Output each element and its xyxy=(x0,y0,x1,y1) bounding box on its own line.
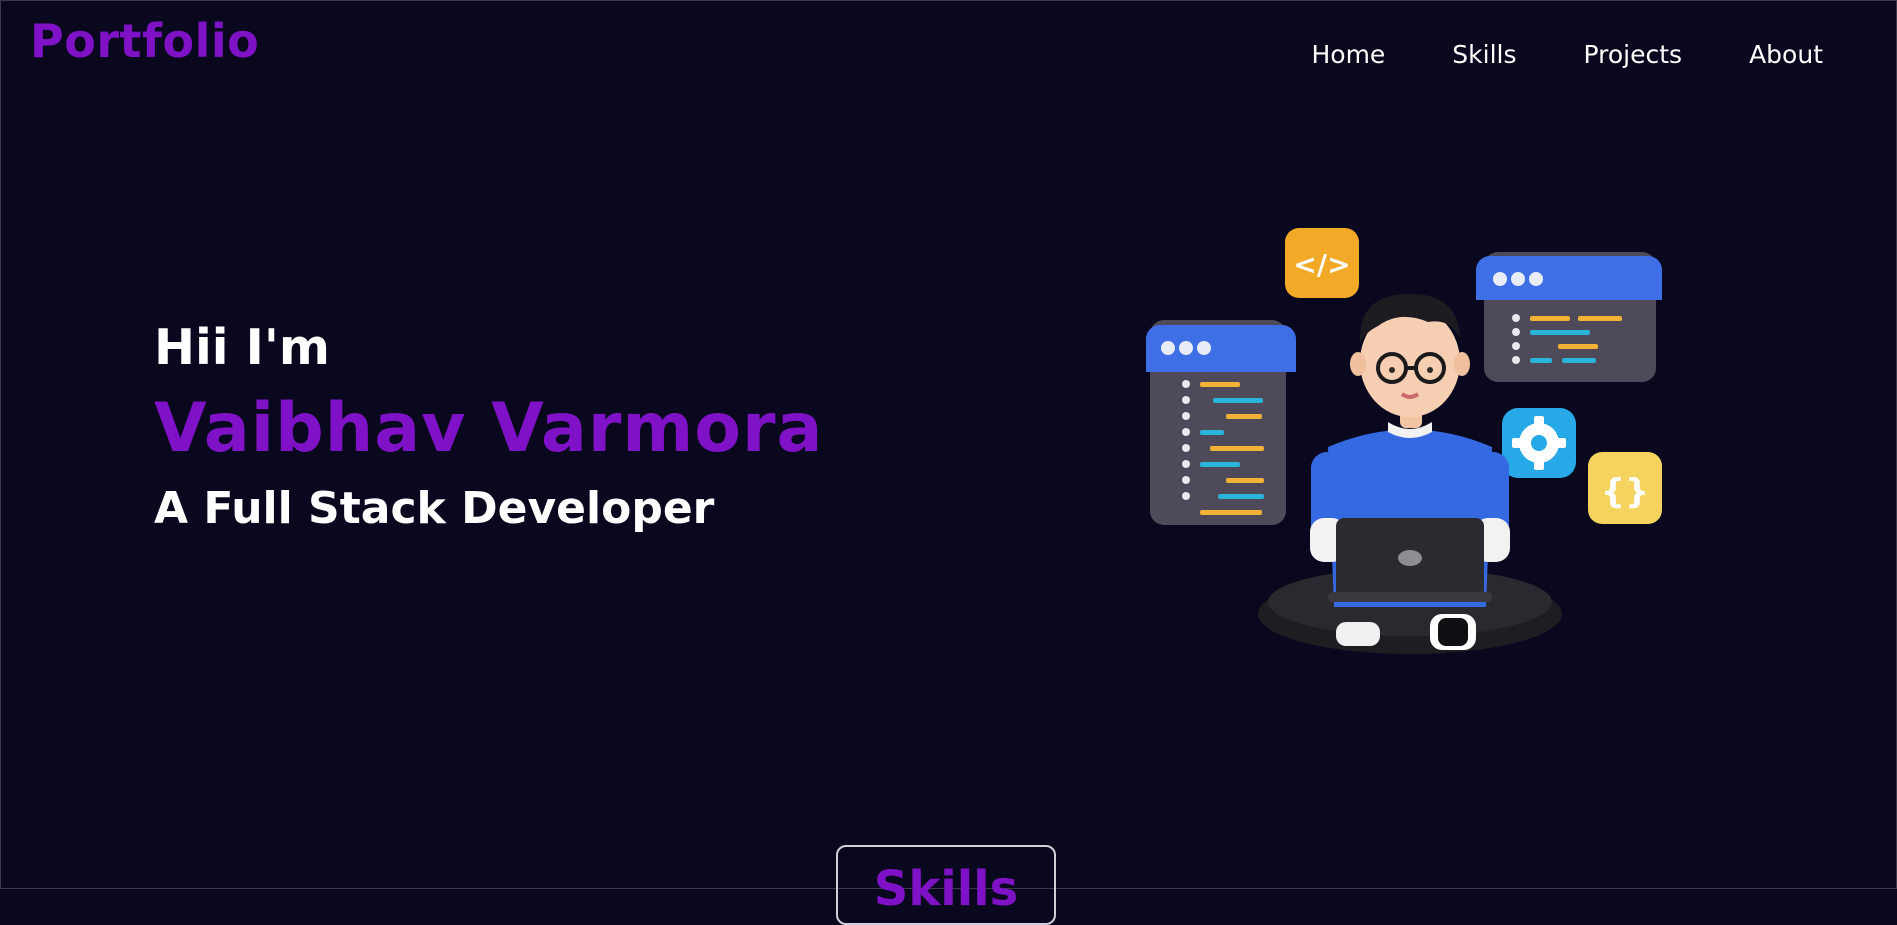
code-window-icon xyxy=(1146,320,1296,525)
curly-braces-icon: {} xyxy=(1588,452,1662,524)
nav-home[interactable]: Home xyxy=(1311,40,1385,69)
code-window-icon-right xyxy=(1476,252,1662,382)
hero-text: Hii I'm Vaibhav Varmora A Full Stack Dev… xyxy=(154,318,823,536)
svg-text:</>: </> xyxy=(1293,248,1350,281)
nav-skills[interactable]: Skills xyxy=(1452,40,1516,69)
gear-icon xyxy=(1502,408,1576,478)
nav-about[interactable]: About xyxy=(1749,40,1823,69)
main-nav: Home Skills Projects About xyxy=(1311,40,1823,69)
svg-text:{}: {} xyxy=(1601,472,1649,512)
hero-role: A Full Stack Developer xyxy=(154,483,715,534)
logo[interactable]: Portfolio xyxy=(30,14,259,68)
hero-name: Vaibhav Varmora xyxy=(154,389,824,468)
code-tag-icon: </> xyxy=(1285,228,1359,298)
skills-heading-button[interactable]: Skills xyxy=(836,845,1056,925)
developer-illustration: </> {} xyxy=(1146,228,1662,654)
nav-projects[interactable]: Projects xyxy=(1584,40,1683,69)
laptop-icon xyxy=(1328,518,1492,602)
hero-greeting: Hii I'm xyxy=(154,319,330,376)
